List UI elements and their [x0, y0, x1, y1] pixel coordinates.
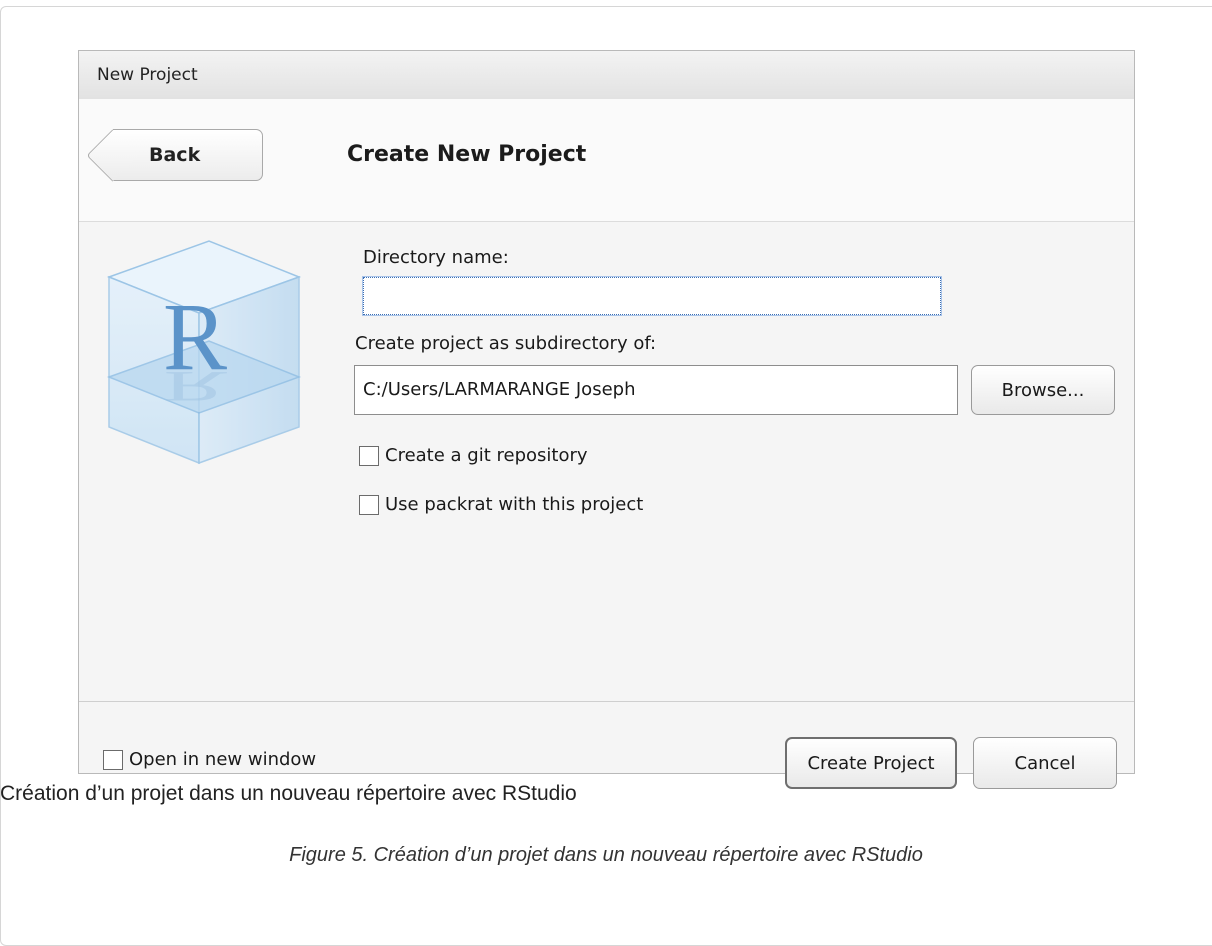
dialog-title: New Project: [97, 65, 198, 85]
r-cube-logo-icon: R R: [106, 240, 302, 465]
directory-name-input[interactable]: [362, 276, 942, 316]
figure-caption: Figure 5. Création d’un projet dans un n…: [289, 844, 923, 866]
r-letter-reflection: R: [163, 362, 227, 410]
back-button-label: Back: [149, 144, 201, 166]
dialog-header: Back Create New Project: [79, 99, 1134, 222]
back-button[interactable]: Back: [113, 129, 263, 181]
git-checkbox-row[interactable]: Create a git repository: [359, 445, 588, 466]
image-caption: Création d’un projet dans un nouveau rép…: [0, 782, 577, 805]
footer-divider: [79, 701, 1134, 702]
git-checkbox-label: Create a git repository: [385, 445, 588, 466]
open-new-window-label: Open in new window: [129, 749, 317, 770]
page-title: Create New Project: [347, 142, 587, 167]
cancel-button[interactable]: Cancel: [973, 737, 1117, 789]
packrat-checkbox-label: Use packrat with this project: [385, 494, 644, 515]
open-new-window-checkbox[interactable]: [103, 749, 123, 770]
subdirectory-input[interactable]: C:/Users/LARMARANGE Joseph: [354, 365, 958, 415]
subdirectory-label: Create project as subdirectory of:: [355, 333, 657, 354]
browse-button[interactable]: Browse...: [971, 365, 1115, 415]
packrat-checkbox[interactable]: [359, 494, 379, 515]
dialog-titlebar: New Project: [79, 51, 1134, 100]
open-new-window-row[interactable]: Open in new window: [103, 749, 316, 770]
git-checkbox[interactable]: [359, 445, 379, 466]
create-project-button[interactable]: Create Project: [785, 737, 957, 789]
packrat-checkbox-row[interactable]: Use packrat with this project: [359, 494, 643, 515]
directory-name-label: Directory name:: [363, 247, 509, 268]
new-project-dialog: New Project Back Create New Project R R …: [78, 50, 1135, 789]
